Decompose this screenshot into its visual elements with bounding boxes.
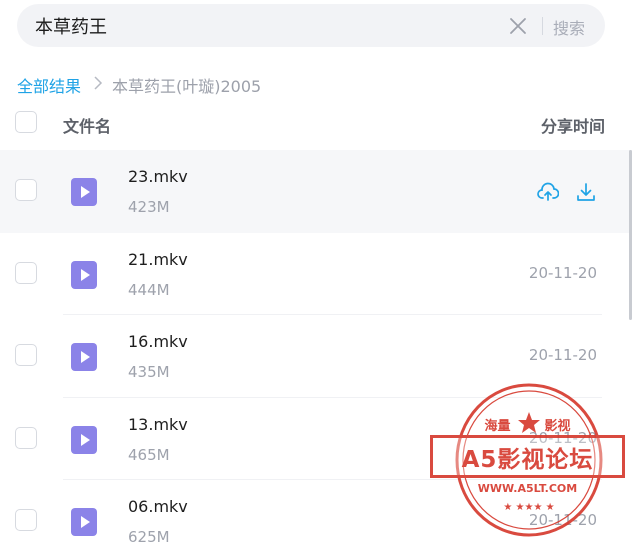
cloud-upload-icon[interactable] xyxy=(537,181,560,203)
file-size: 444M xyxy=(128,280,170,299)
breadcrumb: 全部结果 本草药王(叶璇)2005 xyxy=(17,73,261,97)
search-bar: 搜索 xyxy=(17,4,605,47)
search-button[interactable]: 搜索 xyxy=(553,15,585,39)
search-input[interactable] xyxy=(35,4,495,47)
chevron-right-icon xyxy=(93,76,103,94)
video-file-icon xyxy=(70,425,98,455)
file-size: 423M xyxy=(128,198,170,216)
row-checkbox[interactable] xyxy=(15,344,37,366)
column-header-time: 分享时间 xyxy=(540,117,605,136)
search-divider xyxy=(542,17,543,35)
file-date: 20-11-20 xyxy=(528,263,597,282)
watermark-url: WWW.A5LT.COM xyxy=(477,482,578,495)
video-file-icon xyxy=(70,177,98,207)
file-name[interactable]: 13.mkv xyxy=(128,415,188,434)
select-all-checkbox[interactable] xyxy=(15,111,37,133)
row-checkbox[interactable] xyxy=(15,261,37,284)
file-name[interactable]: 21.mkv xyxy=(128,250,188,269)
video-file-icon xyxy=(70,260,98,290)
video-file-icon xyxy=(70,342,98,372)
watermark-stamp: ★ ★★★ ★ 海量 影视 A5影视论坛 WWW.A5LT.COM xyxy=(430,382,625,542)
file-name[interactable]: 16.mkv xyxy=(128,332,188,351)
row-checkbox[interactable] xyxy=(15,179,37,201)
breadcrumb-current: 本草药王(叶璇)2005 xyxy=(112,77,262,96)
table-row[interactable]: 21.mkv 444M 20-11-20 xyxy=(0,233,632,315)
watermark-top-left: 海量 xyxy=(484,419,511,434)
table-row[interactable]: 23.mkv 423M xyxy=(0,150,632,233)
file-date: 20-11-20 xyxy=(528,346,597,364)
file-size: 465M xyxy=(128,445,170,464)
video-file-icon xyxy=(70,507,98,537)
breadcrumb-root-link[interactable]: 全部结果 xyxy=(17,73,81,97)
watermark-band: A5影视论坛 xyxy=(430,435,625,478)
file-name[interactable]: 06.mkv xyxy=(128,497,188,516)
row-checkbox[interactable] xyxy=(15,509,37,531)
table-header: 文件名 分享时间 xyxy=(0,106,632,142)
watermark-top-text: 海量 影视 xyxy=(430,415,625,434)
svg-text:★ ★★★ ★: ★ ★★★ ★ xyxy=(503,502,554,513)
file-size: 625M xyxy=(128,528,170,543)
row-checkbox[interactable] xyxy=(15,426,37,449)
file-size: 435M xyxy=(128,363,170,381)
watermark-title: A5影视论坛 xyxy=(461,446,594,473)
watermark-top-right: 影视 xyxy=(544,419,571,434)
file-name[interactable]: 23.mkv xyxy=(128,167,188,186)
download-icon[interactable] xyxy=(575,181,597,203)
close-icon[interactable] xyxy=(507,15,529,37)
column-header-name: 文件名 xyxy=(63,117,112,136)
